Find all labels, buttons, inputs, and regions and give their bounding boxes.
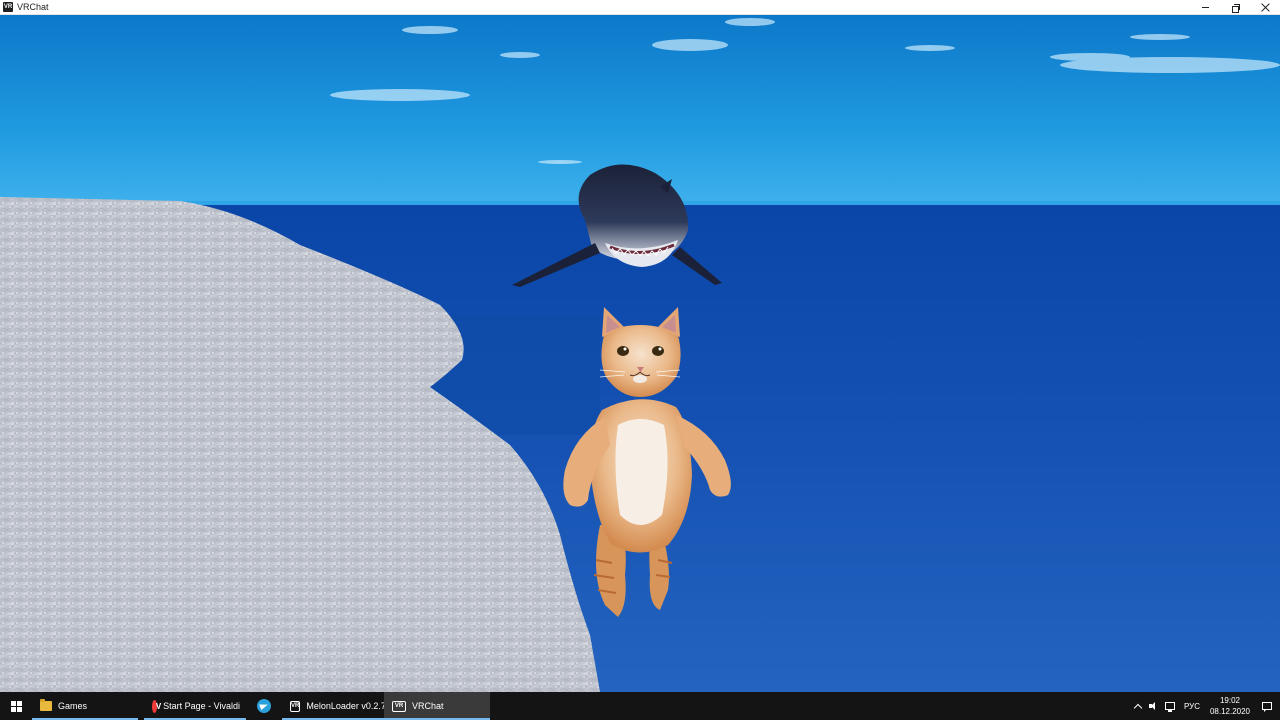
vivaldi-icon	[152, 699, 165, 713]
vr-icon: VR	[290, 700, 301, 712]
vr-icon-text: VR	[291, 703, 300, 709]
maximize-button[interactable]	[1220, 0, 1250, 15]
taskbar-item-label: VRChat	[412, 701, 444, 711]
start-button[interactable]	[0, 692, 32, 720]
close-button[interactable]	[1250, 0, 1280, 15]
taskbar-item-telegram[interactable]	[246, 692, 282, 720]
minimize-button[interactable]	[1190, 0, 1220, 15]
window-title: VRChat	[17, 1, 49, 12]
taskbar-item-melonloader[interactable]: VR MelonLoader v0.2.7...	[282, 692, 384, 720]
game-viewport[interactable]	[0, 15, 1280, 692]
vrchat-icon-text: VR	[3, 4, 13, 10]
telegram-icon	[257, 699, 271, 713]
taskbar-item-games[interactable]: Games	[32, 692, 138, 720]
taskbar-item-label: MelonLoader v0.2.7...	[306, 701, 384, 711]
windows-logo-icon	[10, 700, 22, 712]
game-scene	[0, 15, 1280, 692]
system-tray: РУС 19:02 08.12.2020	[1130, 692, 1280, 720]
close-icon	[1261, 3, 1270, 12]
volume-button[interactable]	[1146, 692, 1162, 720]
clock[interactable]: 19:02 08.12.2020	[1206, 695, 1254, 717]
taskbar-item-label: Games	[58, 701, 88, 711]
clock-date: 08.12.2020	[1209, 707, 1251, 716]
taskbar: Games Start Page - Vivaldi VR MelonLoade…	[0, 692, 1280, 720]
action-center-icon	[1262, 702, 1272, 712]
taskbar-item-vivaldi[interactable]: Start Page - Vivaldi	[144, 692, 246, 720]
action-center-button[interactable]	[1254, 692, 1280, 720]
volume-icon	[1148, 702, 1159, 710]
language-indicator[interactable]: РУС	[1178, 702, 1206, 711]
taskbar-item-vrchat[interactable]: VR VRChat	[384, 692, 490, 720]
restore-icon	[1231, 4, 1240, 13]
folder-icon	[40, 699, 52, 711]
chevron-up-icon	[1133, 703, 1143, 712]
network-icon	[1164, 702, 1175, 712]
vr-icon-text: VR	[394, 703, 404, 709]
network-button[interactable]	[1162, 692, 1178, 720]
clock-time: 19:02	[1219, 696, 1241, 705]
vrchat-icon: VR	[3, 2, 13, 12]
show-hidden-icons-button[interactable]	[1130, 692, 1146, 720]
window-title-bar[interactable]: VR VRChat	[0, 0, 1280, 15]
taskbar-item-label: Start Page - Vivaldi	[163, 701, 240, 711]
minimize-icon	[1201, 7, 1209, 8]
vr-icon: VR	[392, 700, 406, 712]
window-controls	[1190, 0, 1280, 15]
